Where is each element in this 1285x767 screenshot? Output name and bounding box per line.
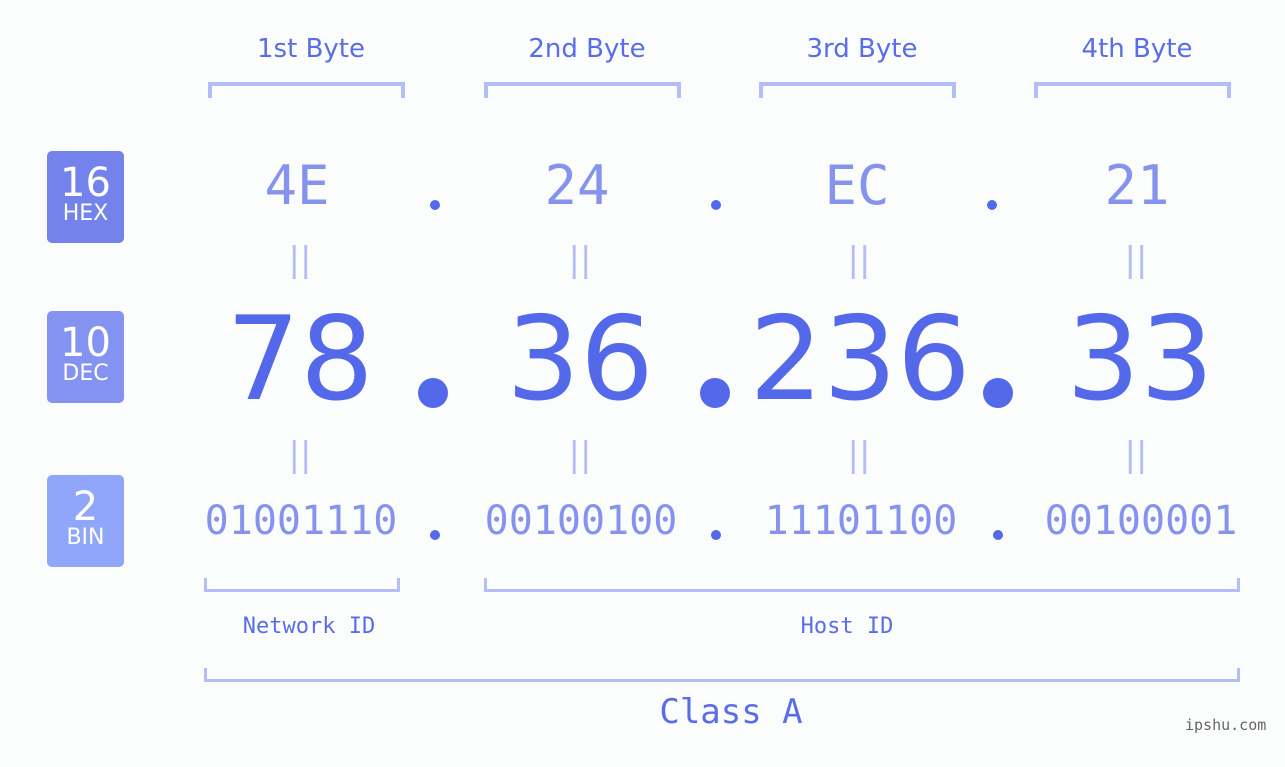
bin-dot-3 <box>993 530 1003 540</box>
byte-title-3: 3rd Byte <box>806 34 918 64</box>
equals-sign: || <box>847 240 871 280</box>
equals-sign: || <box>568 240 592 280</box>
byte-bracket-3 <box>759 82 956 98</box>
hex-dot-2 <box>711 200 721 210</box>
equals-sign: || <box>847 435 871 475</box>
hex-value-4: 21 <box>1104 154 1170 217</box>
dec-dot-3 <box>983 378 1013 408</box>
dec-dot-1 <box>418 378 448 408</box>
hex-value-2: 24 <box>544 154 610 217</box>
byte-title-1: 1st Byte <box>257 34 365 64</box>
class-bracket <box>204 668 1240 682</box>
bin-value-3: 11101100 <box>764 498 958 544</box>
network-id-label: Network ID <box>242 614 376 639</box>
dec-value-1: 78 <box>226 292 374 427</box>
hex-badge: 16 HEX <box>47 151 124 243</box>
dec-dot-2 <box>700 378 730 408</box>
bin-value-1: 01001110 <box>204 498 398 544</box>
dec-value-2: 36 <box>506 292 654 427</box>
byte-title-2: 2nd Byte <box>528 34 646 64</box>
equals-sign: || <box>288 435 312 475</box>
network-id-bracket <box>204 578 400 592</box>
bin-dot-2 <box>711 530 721 540</box>
byte-bracket-2 <box>484 82 681 98</box>
bin-dot-1 <box>430 530 440 540</box>
byte-bracket-1 <box>208 82 405 98</box>
hex-value-1: 4E <box>264 154 330 217</box>
hex-dot-1 <box>430 200 440 210</box>
host-id-bracket <box>484 578 1240 592</box>
bin-badge: 2 BIN <box>47 475 124 567</box>
byte-bracket-4 <box>1034 82 1231 98</box>
bin-value-2: 00100100 <box>484 498 678 544</box>
dec-value-4: 33 <box>1066 292 1214 427</box>
dec-badge: 10 DEC <box>47 311 124 403</box>
equals-sign: || <box>1124 240 1148 280</box>
hex-base-label: HEX <box>62 201 109 226</box>
hex-value-3: EC <box>824 154 890 217</box>
dec-value-3: 236 <box>749 292 971 427</box>
bin-value-4: 00100001 <box>1044 498 1238 544</box>
byte-title-4: 4th Byte <box>1081 34 1193 64</box>
hex-base-number: 16 <box>60 160 111 206</box>
host-id-label: Host ID <box>800 614 894 639</box>
dec-base-label: DEC <box>62 361 109 386</box>
equals-sign: || <box>568 435 592 475</box>
equals-sign: || <box>1124 435 1148 475</box>
bin-base-number: 2 <box>72 484 99 530</box>
bin-base-label: BIN <box>66 525 105 550</box>
class-label: Class A <box>659 692 803 732</box>
watermark: ipshu.com <box>1185 716 1267 734</box>
dec-base-number: 10 <box>60 320 111 366</box>
equals-sign: || <box>288 240 312 280</box>
hex-dot-3 <box>987 200 997 210</box>
